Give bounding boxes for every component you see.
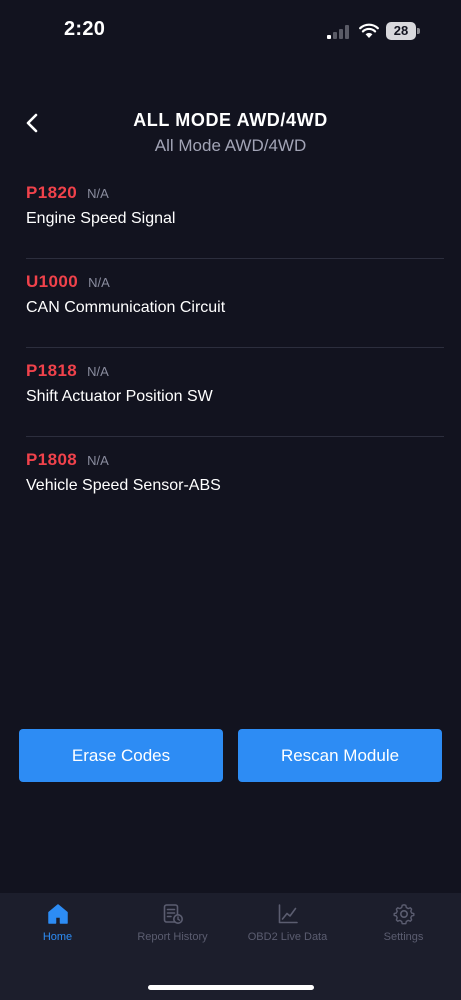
tab-obd2-live-data[interactable]: OBD2 Live Data [230, 903, 345, 943]
tab-home[interactable]: Home [0, 903, 115, 943]
tab-report-history[interactable]: Report History [115, 903, 230, 943]
code-status: N/A [87, 453, 109, 468]
tab-label: Home [42, 931, 73, 943]
header: ALL MODE AWD/4WD All Mode AWD/4WD [0, 104, 461, 164]
code-description: Shift Actuator Position SW [26, 388, 213, 405]
code-description: Vehicle Speed Sensor-ABS [26, 477, 221, 494]
code-id: U1000 [26, 272, 79, 291]
report-icon [163, 904, 183, 924]
page-subtitle: All Mode AWD/4WD [154, 136, 307, 155]
chart-icon [278, 904, 298, 924]
code-list-item[interactable]: U1000 N/A CAN Communication Circuit [26, 259, 444, 348]
tab-label: Report History [137, 931, 208, 943]
code-list-item[interactable]: P1808 N/A Vehicle Speed Sensor-ABS [26, 437, 444, 525]
battery-level: 28 [386, 22, 416, 40]
gear-icon [393, 904, 414, 925]
tab-bar: Home Report History OBD2 Live Data Setti… [0, 893, 461, 1000]
trouble-code-list: P1820 N/A Engine Speed Signal U1000 N/A … [0, 170, 461, 525]
code-list-item[interactable]: P1820 N/A Engine Speed Signal [26, 170, 444, 259]
tab-label: Settings [383, 931, 424, 943]
home-icon [47, 904, 68, 924]
battery-icon: 28 [386, 22, 420, 40]
wifi-icon [359, 23, 379, 38]
code-description: Engine Speed Signal [26, 210, 176, 227]
home-indicator[interactable] [148, 985, 314, 990]
code-description: CAN Communication Circuit [26, 299, 226, 316]
status-bar: 2:20 28 [0, 0, 461, 60]
code-list-item[interactable]: P1818 N/A Shift Actuator Position SW [26, 348, 444, 437]
code-id: P1820 [26, 183, 78, 202]
code-status: N/A [87, 364, 109, 379]
code-status: N/A [88, 275, 110, 290]
status-time: 2:20 [64, 18, 106, 40]
code-status: N/A [87, 186, 109, 201]
cellular-signal-icon [327, 25, 349, 39]
rescan-module-button[interactable]: Rescan Module [238, 729, 442, 782]
tab-label: OBD2 Live Data [247, 931, 328, 943]
tab-settings[interactable]: Settings [346, 903, 461, 943]
code-id: P1808 [26, 450, 78, 469]
code-id: P1818 [26, 361, 78, 380]
erase-codes-button[interactable]: Erase Codes [19, 729, 223, 782]
page-title: ALL MODE AWD/4WD [133, 110, 328, 130]
